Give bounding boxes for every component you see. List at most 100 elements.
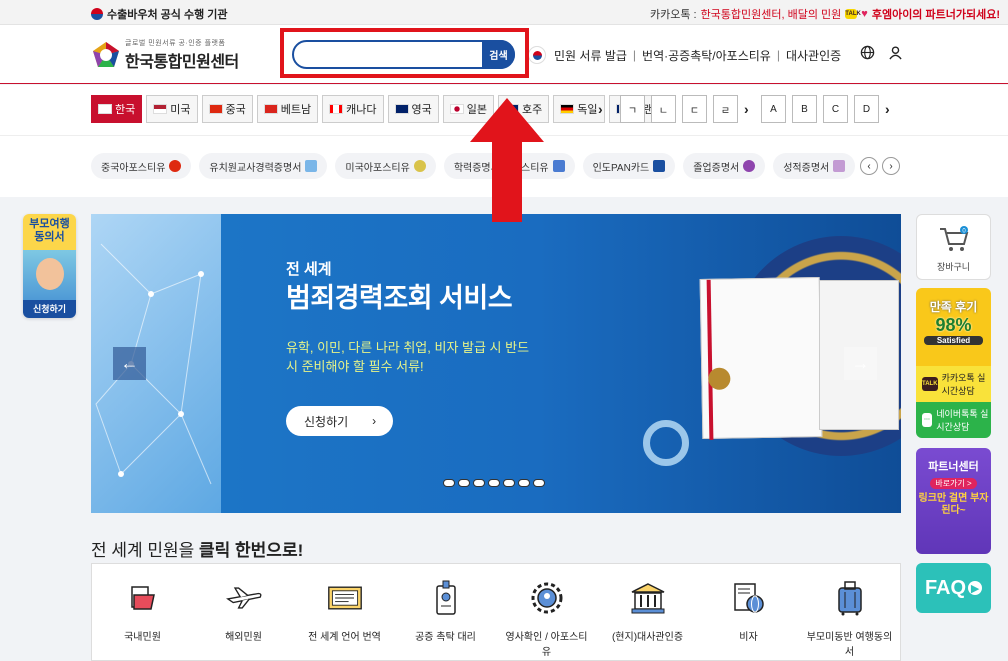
hero-dot[interactable]: [503, 479, 515, 487]
chip-next-icon[interactable]: ›: [882, 157, 900, 175]
kakao-label: 카카오톡 :: [649, 9, 697, 21]
export-voucher-text: 수출바우처 공식 수행 기관: [107, 9, 228, 21]
hero-banner: 전 세계 범죄경력조회 서비스 유학, 이민, 다른 나라 취업, 비자 발급 …: [91, 214, 901, 513]
service-domestic[interactable]: 국내민원: [98, 580, 188, 660]
country-next-arrow-icon[interactable]: ›: [598, 101, 603, 117]
chat-bubble-icon: ···: [922, 413, 933, 427]
country-tab-usa[interactable]: 미국: [146, 95, 198, 123]
faq-button[interactable]: FAQ ▶: [916, 563, 991, 613]
user-icon[interactable]: [889, 45, 902, 63]
review-banner: 만족 후기 98% Satisfied TALK 카카오톡 실시간상담 ··· 네이…: [916, 288, 991, 438]
country-tab-china[interactable]: 중국: [201, 95, 253, 123]
gem-icon: [743, 160, 756, 172]
japan-flag-icon: [449, 104, 464, 114]
service-notary[interactable]: 공증 촉탁 대리: [401, 580, 491, 660]
service-translation[interactable]: 전 세계 언어 번역: [300, 580, 390, 660]
site-logo[interactable]: 글로벌 민원서류 공·인증 플랫폼 한국통합민원센터: [91, 38, 239, 72]
hero-pagination: [443, 479, 545, 487]
letter-tab-d[interactable]: D: [854, 95, 879, 123]
parental-consent-banner[interactable]: 부모여행 동의서 신청하기: [23, 214, 76, 318]
china-flag-icon: [208, 104, 223, 114]
country-tab-korea[interactable]: 한국: [91, 95, 143, 123]
hero-dot[interactable]: [488, 479, 500, 487]
cart-icon: 0: [917, 225, 990, 260]
partner-center-banner[interactable]: 파트너센터 바로가기 > 링크만 걸면 부자된다~: [916, 448, 991, 554]
nav-translation-apostille[interactable]: 번역·공증촉탁/아포스티유: [642, 47, 771, 64]
cart-button[interactable]: 0 장바구니: [916, 214, 991, 280]
document-icon: [833, 160, 846, 172]
kakao-channel-link[interactable]: 한국통합민원센터, 배달의 민원: [701, 6, 842, 22]
hero-dot[interactable]: [473, 479, 485, 487]
chip-china-apostille[interactable]: 중국아포스티유: [91, 153, 192, 179]
letter-tab-a[interactable]: A: [761, 95, 786, 123]
id-card-icon: [653, 160, 666, 172]
canada-flag-icon: [329, 104, 344, 114]
service-embassy[interactable]: (현지)대사관인증: [603, 580, 693, 660]
review-title: 만족 후기: [929, 300, 978, 314]
parental-consent-title: 부모여행 동의서: [23, 214, 76, 250]
chip-nav: ‹ ›: [860, 157, 900, 175]
country-tab-uk[interactable]: 영국: [387, 95, 439, 123]
letter-tab-giyeok[interactable]: ㄱ: [620, 95, 645, 123]
chip-transcript[interactable]: 성적증명서: [773, 153, 856, 179]
country-tabs: 한국 미국 중국 베트남 캐나다 영국 일본 호주 독일 뉴질랜: [91, 95, 661, 123]
service-parental-consent[interactable]: 부모미동반 여행동의서: [805, 580, 895, 660]
uk-flag-icon: [394, 104, 409, 114]
country-tab-canada[interactable]: 캐나다: [322, 95, 384, 123]
heart-icon: ♥: [861, 8, 868, 20]
satisfaction-review[interactable]: 만족 후기 98% Satisfied: [916, 288, 991, 366]
country-tab-vietnam[interactable]: 베트남: [256, 95, 319, 123]
letter-tab-b[interactable]: B: [792, 95, 817, 123]
parental-consent-apply[interactable]: 신청하기: [23, 300, 76, 318]
hero-apply-button[interactable]: 신청하기 ›: [286, 406, 393, 436]
top-bar-right: 카카오톡 : 한국통합민원센터, 배달의 민원 TALK ♥ 후엠아이의 파트너…: [650, 6, 1000, 22]
nav-embassy-cert[interactable]: 대사관인증: [786, 47, 841, 64]
letter-tab-digeut[interactable]: ㄷ: [682, 95, 707, 123]
china-flag-icon: [169, 160, 182, 172]
kakao-chat-button[interactable]: TALK 카카오톡 실시간상담: [916, 366, 991, 402]
logo-mark-icon: [91, 40, 121, 70]
translation-doc-icon: [327, 580, 363, 616]
embassy-building-icon: [630, 580, 666, 616]
hero-network-graphic: [91, 214, 221, 513]
chip-graduation-cert[interactable]: 졸업증명서: [683, 153, 766, 179]
kakao-talk-icon: TALK: [922, 377, 938, 391]
logo-subtitle: 글로벌 민원서류 공·인증 플랫폼: [125, 40, 226, 47]
chip-kindergarten-teacher-cert[interactable]: 유치원교사경력증명서: [199, 153, 328, 179]
chip-prev-icon[interactable]: ‹: [860, 157, 878, 175]
service-overseas[interactable]: 해외민원: [199, 580, 289, 660]
letter-tab-c[interactable]: C: [823, 95, 848, 123]
partner-slogan: 링크만 걸면 부자된다~: [918, 493, 989, 516]
chip-india-pan-card[interactable]: 인도PAN카드: [582, 153, 676, 179]
search-highlight-box: [280, 28, 529, 78]
service-apostille[interactable]: 영사확인 / 아포스티유: [502, 580, 592, 660]
letter-tab-rieul[interactable]: ㄹ: [713, 95, 738, 123]
partner-link[interactable]: 후엠아이의 파트너가되세요!: [872, 6, 1000, 22]
korean-letter-next-icon[interactable]: ›: [744, 95, 749, 123]
hero-dot[interactable]: [443, 479, 455, 487]
luggage-icon: [832, 580, 868, 616]
nav-separator: |: [632, 48, 637, 62]
hero-dot[interactable]: [518, 479, 530, 487]
nav-document-issue[interactable]: 민원 서류 발급: [554, 47, 627, 64]
hero-next-arrow-icon[interactable]: →: [844, 347, 877, 380]
magnifier-graphic: [643, 420, 689, 466]
child-photo: [23, 250, 76, 300]
globe-icon[interactable]: [860, 45, 875, 63]
header-nav: 민원 서류 발급 | 번역·공증촉탁/아포스티유 | 대사관인증: [528, 46, 841, 64]
naver-talk-button[interactable]: ··· 네이버톡톡 실시간상담: [916, 402, 991, 438]
chip-usa-apostille[interactable]: 미국아포스티유: [335, 153, 436, 179]
hero-description: 유학, 이민, 다른 나라 취업, 비자 발급 시 반드시 준비해야 할 필수 …: [286, 340, 530, 374]
visa-globe-icon: [731, 580, 767, 616]
hero-prev-arrow-icon[interactable]: ←: [113, 347, 146, 380]
english-letter-next-icon[interactable]: ›: [885, 95, 890, 123]
letter-tab-nieun[interactable]: ㄴ: [651, 95, 676, 123]
service-visa[interactable]: 비자: [704, 580, 794, 660]
country-tab-germany[interactable]: 독일: [553, 95, 605, 123]
partner-title: 파트너센터: [928, 461, 979, 473]
graduation-icon: [552, 160, 565, 172]
chevron-right-icon: ›: [372, 414, 377, 428]
hero-dot[interactable]: [458, 479, 470, 487]
korean-letter-tabs: ㄱ ㄴ ㄷ ㄹ ›: [620, 95, 749, 123]
hero-dot[interactable]: [533, 479, 545, 487]
